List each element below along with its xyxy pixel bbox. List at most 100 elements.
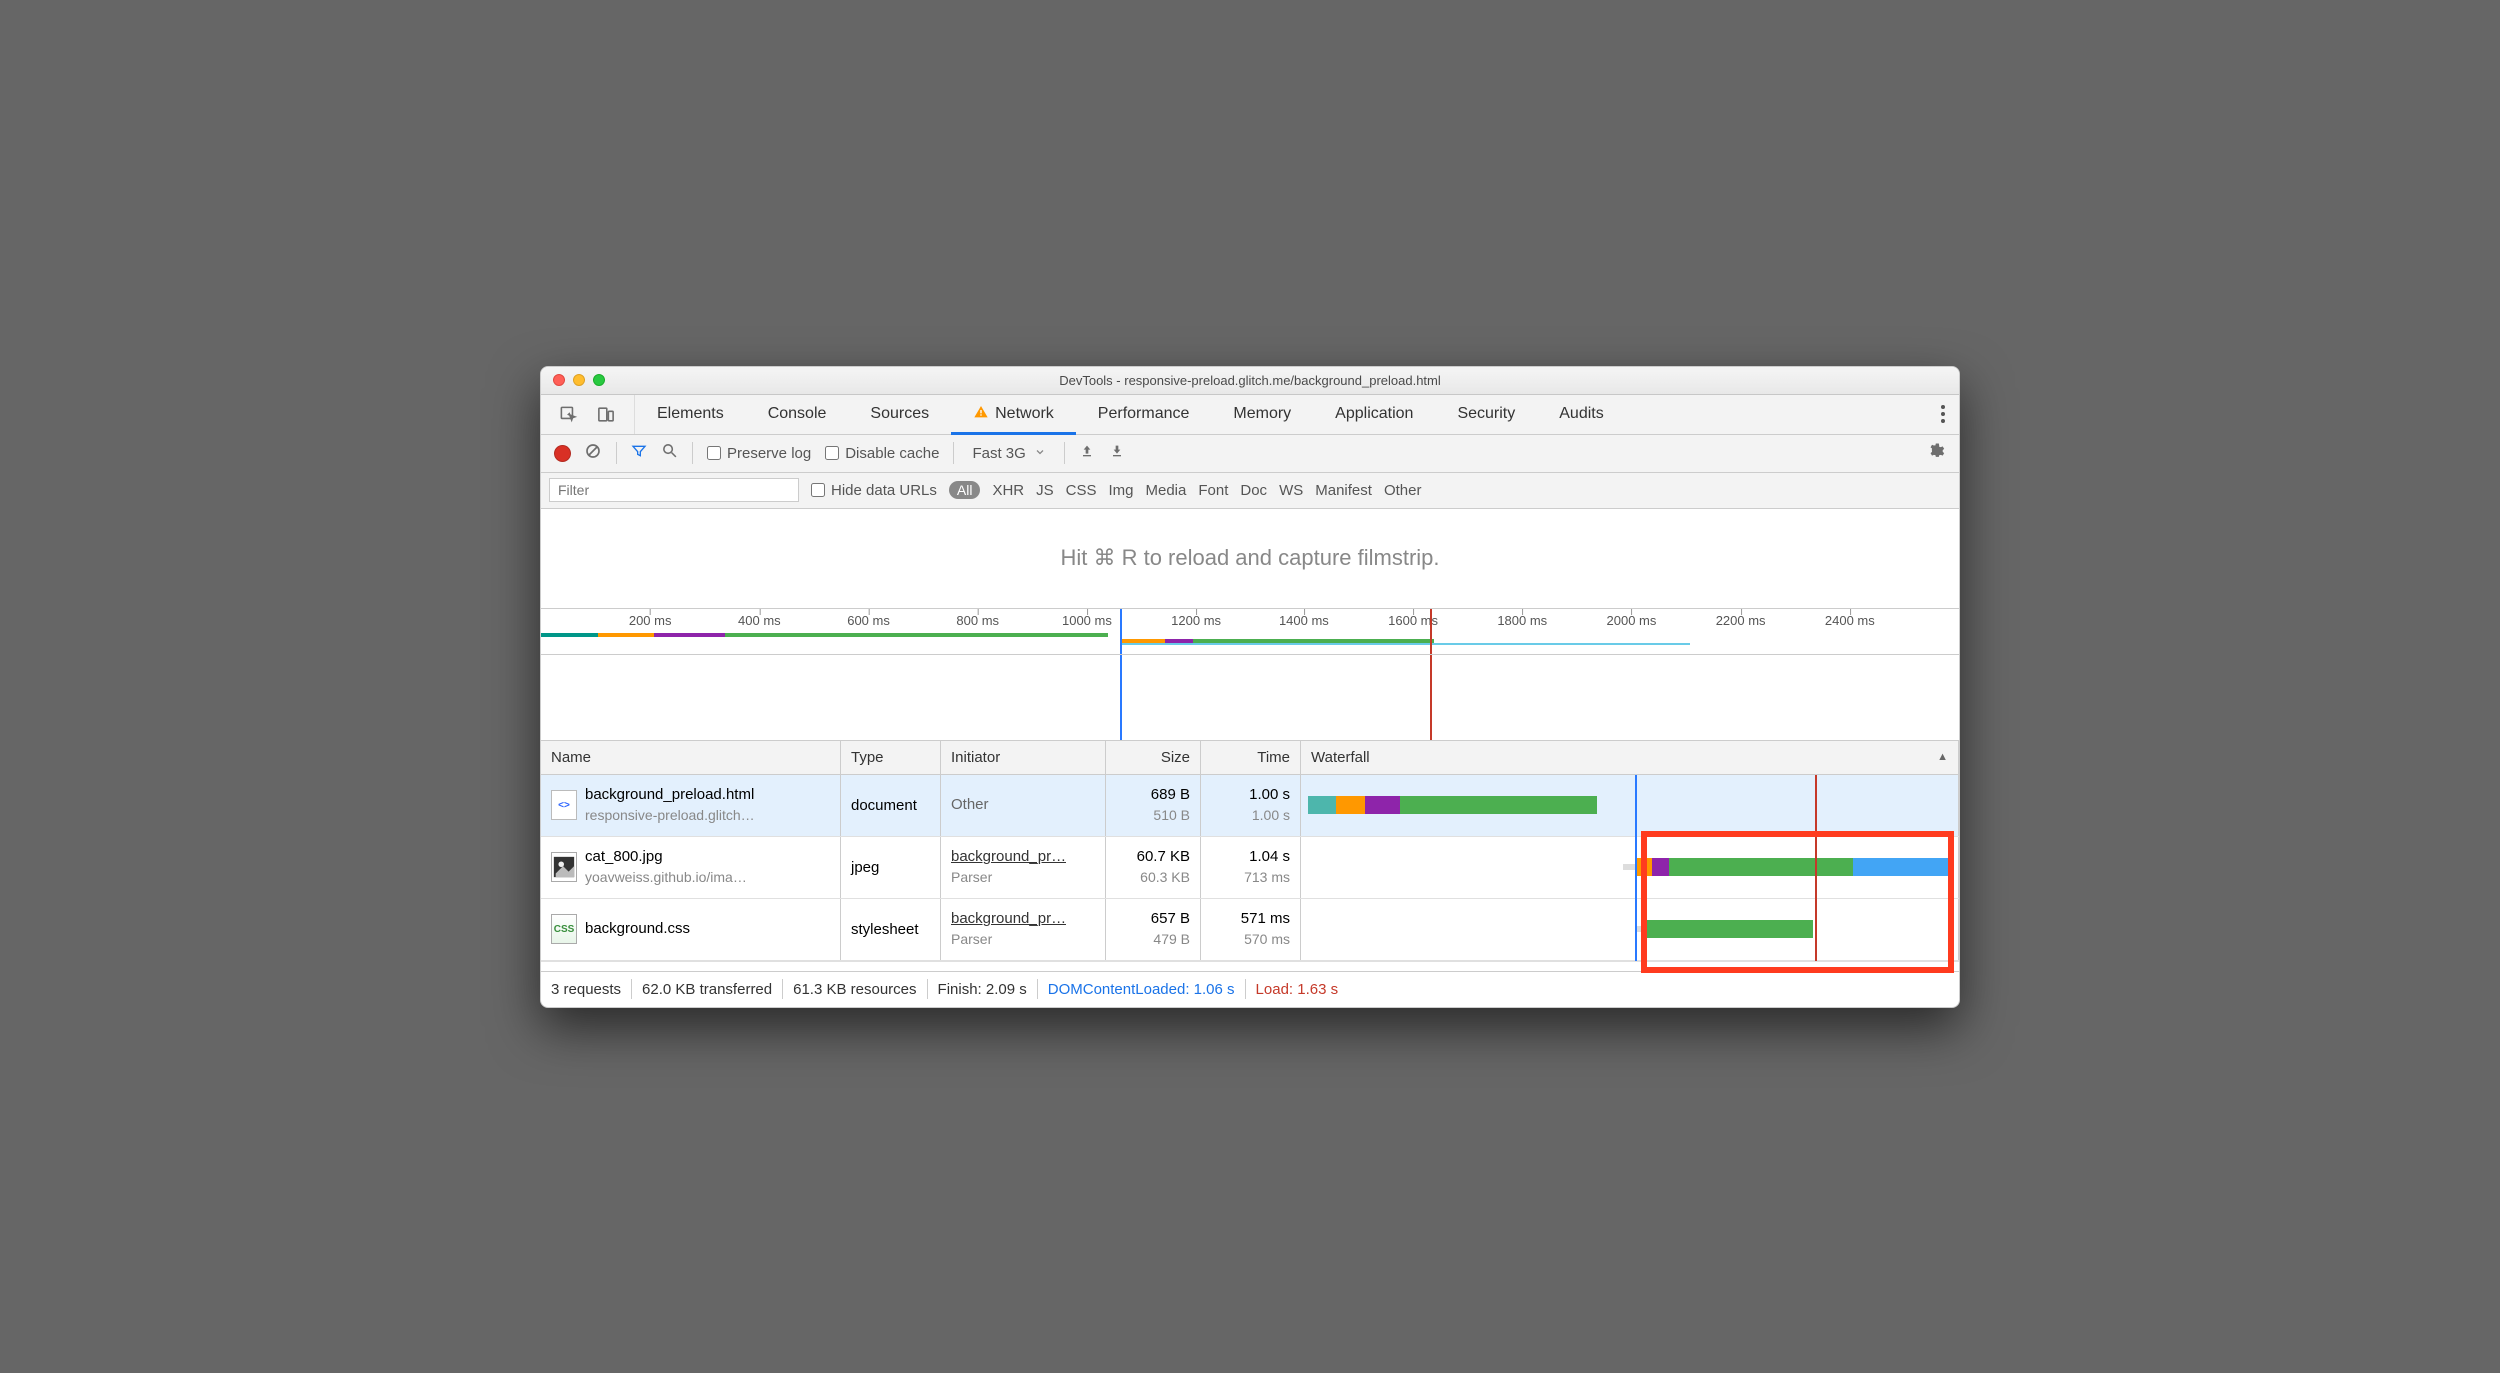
hide-data-urls-label: Hide data URLs: [831, 482, 937, 499]
filmstrip-area: Hit ⌘ R to reload and capture filmstrip.: [541, 509, 1959, 609]
timeline-overview[interactable]: [541, 655, 1959, 741]
preserve-log-checkbox[interactable]: Preserve log: [707, 445, 811, 462]
sort-asc-icon: ▲: [1937, 751, 1948, 763]
panel-tabs: Elements Console Sources Network Perform…: [635, 395, 1927, 434]
table-header: Name Type Initiator Size Time Waterfall …: [541, 741, 1959, 775]
filter-type-font[interactable]: Font: [1198, 482, 1228, 499]
panel-tabs-row: Elements Console Sources Network Perform…: [541, 395, 1959, 435]
ruler-tick: 2200 ms: [1716, 613, 1766, 628]
more-menu-icon[interactable]: [1941, 405, 1945, 423]
tab-memory[interactable]: Memory: [1211, 395, 1313, 434]
ruler-tick: 800 ms: [956, 613, 999, 628]
col-initiator[interactable]: Initiator: [941, 741, 1106, 774]
tab-performance[interactable]: Performance: [1076, 395, 1212, 434]
status-load: Load: 1.63 s: [1256, 981, 1339, 998]
search-icon[interactable]: [661, 442, 678, 464]
waterfall-cell: [1301, 837, 1959, 898]
load-marker: [1430, 609, 1432, 654]
ruler-tick: 600 ms: [847, 613, 890, 628]
request-type: stylesheet: [851, 921, 919, 938]
ruler-tick: 1200 ms: [1171, 613, 1221, 628]
request-initiator-sub: Parser: [951, 930, 1066, 949]
tab-security[interactable]: Security: [1435, 395, 1537, 434]
ruler-tick: 2400 ms: [1825, 613, 1875, 628]
col-time[interactable]: Time: [1201, 741, 1301, 774]
request-type: document: [851, 797, 917, 814]
hide-data-urls-checkbox[interactable]: Hide data URLs: [811, 482, 937, 499]
table-row[interactable]: <> background_preload.html responsive-pr…: [541, 775, 1959, 837]
table-row[interactable]: cat_800.jpg yoavweiss.github.io/ima… jpe…: [541, 837, 1959, 899]
ruler-tick: 1800 ms: [1497, 613, 1547, 628]
filter-type-ws[interactable]: WS: [1279, 482, 1303, 499]
filter-type-js[interactable]: JS: [1036, 482, 1054, 499]
clear-icon[interactable]: [584, 442, 602, 465]
filter-type-manifest[interactable]: Manifest: [1315, 482, 1372, 499]
request-size: 60.7 KB: [1137, 847, 1190, 867]
ruler-tick: 400 ms: [738, 613, 781, 628]
status-finish: Finish: 2.09 s: [938, 981, 1027, 998]
inspect-element-icon[interactable]: [559, 405, 578, 424]
col-size[interactable]: Size: [1106, 741, 1201, 774]
tab-network-label: Network: [995, 405, 1054, 423]
request-size-sub: 60.3 KB: [1137, 868, 1190, 887]
filter-type-img[interactable]: Img: [1108, 482, 1133, 499]
filter-toggle-icon[interactable]: [631, 443, 647, 464]
waterfall-cell: [1301, 899, 1959, 960]
status-resources: 61.3 KB resources: [793, 981, 916, 998]
filter-type-other[interactable]: Other: [1384, 482, 1422, 499]
filter-input[interactable]: [549, 478, 799, 502]
request-name: background_preload.html: [585, 785, 755, 805]
timeline-ruler[interactable]: 200 ms 400 ms 600 ms 800 ms 1000 ms 1200…: [541, 609, 1959, 655]
tab-console[interactable]: Console: [746, 395, 849, 434]
disable-cache-checkbox[interactable]: Disable cache: [825, 445, 939, 462]
status-requests: 3 requests: [551, 981, 621, 998]
tab-elements[interactable]: Elements: [635, 395, 746, 434]
request-time: 1.04 s: [1244, 847, 1290, 867]
filter-type-css[interactable]: CSS: [1066, 482, 1097, 499]
disable-cache-label: Disable cache: [845, 445, 939, 462]
dcl-marker: [1120, 609, 1122, 654]
request-time-sub: 570 ms: [1241, 930, 1290, 949]
ruler-tick: 200 ms: [629, 613, 672, 628]
filter-type-all[interactable]: All: [949, 481, 981, 499]
tab-network[interactable]: Network: [951, 395, 1076, 434]
filter-type-doc[interactable]: Doc: [1240, 482, 1267, 499]
titlebar: DevTools - responsive-preload.glitch.me/…: [541, 367, 1959, 395]
devtools-window: DevTools - responsive-preload.glitch.me/…: [540, 366, 1960, 1008]
throttling-value: Fast 3G: [972, 445, 1025, 462]
ruler-tick: 2000 ms: [1607, 613, 1657, 628]
filter-type-media[interactable]: Media: [1146, 482, 1187, 499]
ruler-tick: 1400 ms: [1279, 613, 1329, 628]
table-row[interactable]: CSS background.css stylesheet background…: [541, 899, 1959, 961]
request-size: 657 B: [1151, 909, 1190, 929]
col-waterfall[interactable]: Waterfall ▲: [1301, 741, 1959, 774]
status-dcl: DOMContentLoaded: 1.06 s: [1048, 981, 1235, 998]
tab-sources[interactable]: Sources: [848, 395, 951, 434]
request-initiator: Other: [951, 795, 989, 815]
request-name: cat_800.jpg: [585, 847, 747, 867]
request-domain: responsive-preload.glitch…: [585, 806, 755, 825]
tab-audits[interactable]: Audits: [1537, 395, 1625, 434]
warning-icon: [973, 404, 989, 425]
request-time-sub: 1.00 s: [1249, 806, 1290, 825]
tab-application[interactable]: Application: [1313, 395, 1435, 434]
request-initiator[interactable]: background_pr…: [951, 909, 1066, 929]
upload-har-icon[interactable]: [1079, 443, 1095, 464]
filter-type-xhr[interactable]: XHR: [992, 482, 1024, 499]
filter-bar: Hide data URLs All XHR JS CSS Img Media …: [541, 473, 1959, 509]
settings-gear-icon[interactable]: [1927, 442, 1945, 465]
request-name: background.css: [585, 919, 690, 939]
device-toolbar-icon[interactable]: [596, 405, 616, 424]
throttling-select[interactable]: Fast 3G: [968, 445, 1049, 462]
download-har-icon[interactable]: [1109, 443, 1125, 464]
request-type: jpeg: [851, 859, 879, 876]
request-initiator[interactable]: background_pr…: [951, 847, 1066, 867]
status-transferred: 62.0 KB transferred: [642, 981, 772, 998]
col-name[interactable]: Name: [541, 741, 841, 774]
request-initiator-sub: Parser: [951, 868, 1066, 887]
request-time-sub: 713 ms: [1244, 868, 1290, 887]
filmstrip-hint: Hit ⌘ R to reload and capture filmstrip.: [1060, 545, 1439, 571]
record-button[interactable]: [555, 446, 570, 461]
overview-bars: [541, 633, 1959, 639]
col-type[interactable]: Type: [841, 741, 941, 774]
